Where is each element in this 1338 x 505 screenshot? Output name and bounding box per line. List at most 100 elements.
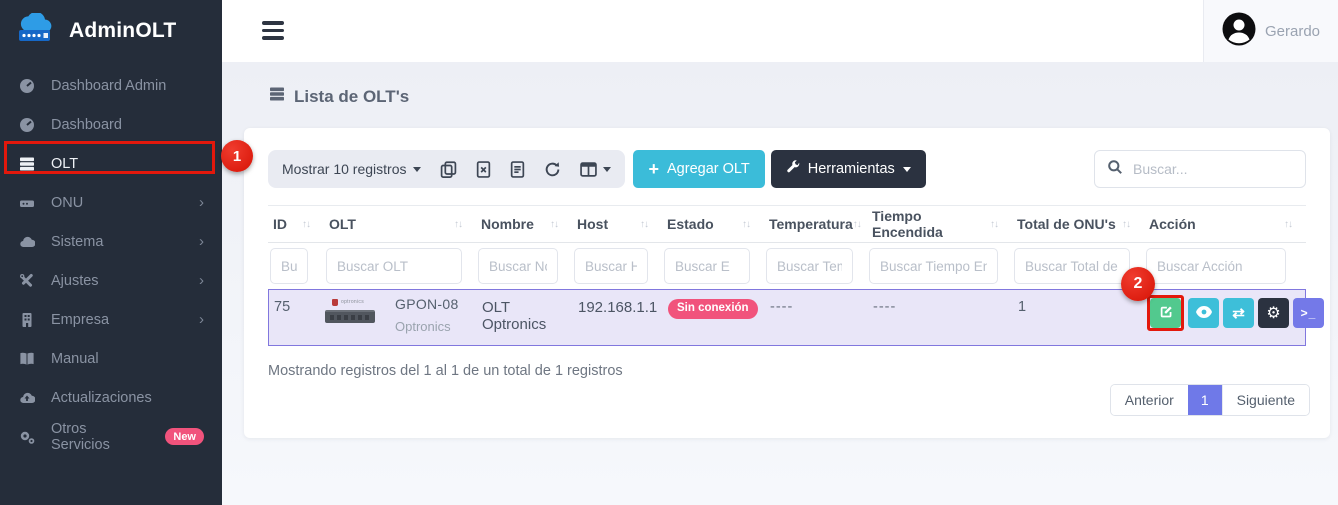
server-stack-icon: [18, 156, 36, 172]
sidebar-item-empresa[interactable]: Empresa: [0, 300, 222, 339]
status-badge: Sin conexión: [668, 299, 758, 319]
sidebar-item-ajustes[interactable]: Ajustes: [0, 261, 222, 300]
copy-button[interactable]: [440, 161, 457, 178]
server-stack-icon: [268, 86, 286, 107]
cell-id: 75: [269, 290, 325, 315]
hamburger-menu-icon[interactable]: [262, 21, 284, 40]
filter-nombre-input[interactable]: [478, 248, 558, 284]
sort-icon[interactable]: [742, 219, 750, 230]
main-content: Lista de OLT's Mostrar 10 registros: [222, 62, 1338, 505]
sort-icon[interactable]: [1284, 219, 1292, 230]
records-per-page-label: Mostrar 10 registros: [282, 161, 406, 177]
sidebar-item-olt[interactable]: OLT: [0, 144, 222, 183]
sidebar-item-label: Actualizaciones: [51, 390, 152, 406]
olt-vendor: Optronics: [395, 319, 459, 334]
chevron-right-icon: [199, 195, 204, 210]
sidebar-item-label: Otros Servicios: [51, 421, 142, 453]
edit-button[interactable]: [1150, 298, 1181, 328]
view-button[interactable]: [1188, 298, 1219, 328]
export-excel-button[interactable]: [476, 161, 491, 178]
sidebar-item-sistema[interactable]: Sistema: [0, 222, 222, 261]
transfer-button[interactable]: [1223, 298, 1254, 328]
settings-button[interactable]: [1258, 298, 1289, 328]
sidebar-item-manual[interactable]: Manual: [0, 339, 222, 378]
add-olt-label: Agregar OLT: [667, 161, 750, 177]
book-icon: [18, 351, 36, 367]
sidebar-item-label: Sistema: [51, 234, 103, 250]
refresh-button[interactable]: [544, 161, 561, 178]
annotation-step2-marker: 2: [1121, 267, 1155, 301]
vendor-logo-icon: [332, 299, 338, 306]
column-header-tiempo-encendida[interactable]: Tiempo Encendida: [867, 208, 1012, 240]
cloud-icon: [18, 234, 36, 250]
sidebar-item-label: OLT: [51, 156, 78, 172]
olt-device-image: optronics: [325, 296, 377, 334]
gears-icon: [18, 429, 36, 445]
pagination-next-button[interactable]: Siguiente: [1222, 385, 1309, 415]
filter-id-input[interactable]: [270, 248, 308, 284]
column-header-id[interactable]: ID: [268, 216, 324, 232]
page-title-text: Lista de OLT's: [294, 87, 409, 107]
column-header-estado[interactable]: Estado: [662, 216, 764, 232]
sidebar: AdminOLT Dashboard Admin Dashboard OLT O…: [0, 0, 222, 505]
topbar: Gerardo: [222, 0, 1338, 62]
table-row[interactable]: 75 optronics GPON-08 Optronics OLT Optro…: [268, 289, 1306, 346]
column-header-nombre[interactable]: Nombre: [476, 216, 572, 232]
column-header-host[interactable]: Host: [572, 216, 662, 232]
filter-total-input[interactable]: [1014, 248, 1130, 284]
sort-icon[interactable]: [640, 219, 648, 230]
sort-icon[interactable]: [1122, 219, 1130, 230]
sort-icon[interactable]: [550, 219, 558, 230]
search-input[interactable]: [1133, 161, 1293, 177]
pagination-previous-button[interactable]: Anterior: [1111, 385, 1188, 415]
export-button-group: Mostrar 10 registros: [268, 150, 625, 188]
filter-estado-input[interactable]: [664, 248, 750, 284]
column-header-total-onus[interactable]: Total de ONU's: [1012, 216, 1144, 232]
filter-temperatura-input[interactable]: [766, 248, 853, 284]
pagination: Anterior 1 Siguiente: [1110, 384, 1310, 416]
gauge-icon: [18, 78, 36, 94]
sort-icon[interactable]: [853, 219, 861, 230]
table-controls: Mostrar 10 registros: [268, 150, 1306, 188]
eye-icon: [1196, 306, 1212, 321]
cell-accion: [1145, 290, 1324, 331]
column-header-temperatura[interactable]: Temperatura: [764, 216, 867, 232]
cloud-upload-icon: [18, 390, 36, 406]
terminal-button[interactable]: [1293, 298, 1324, 328]
olt-list-card: Mostrar 10 registros: [244, 128, 1330, 438]
column-header-accion[interactable]: Acción: [1144, 216, 1306, 232]
filter-host-input[interactable]: [574, 248, 648, 284]
chevron-right-icon: [199, 273, 204, 288]
records-per-page-dropdown[interactable]: Mostrar 10 registros: [282, 161, 421, 177]
sort-icon[interactable]: [302, 219, 310, 230]
chevron-down-icon: [903, 167, 911, 172]
filter-olt-input[interactable]: [326, 248, 462, 284]
chevron-right-icon: [199, 312, 204, 327]
export-file-button[interactable]: [510, 161, 525, 178]
sidebar-item-otros-servicios[interactable]: Otros Servicios New: [0, 417, 222, 456]
sidebar-item-dashboard[interactable]: Dashboard: [0, 105, 222, 144]
user-menu[interactable]: Gerardo: [1203, 0, 1338, 62]
sidebar-item-label: ONU: [51, 195, 83, 211]
cell-tiempo-encendida: ----: [868, 290, 1013, 315]
sidebar-item-label: Manual: [51, 351, 99, 367]
sort-icon[interactable]: [454, 219, 462, 230]
brand-logo[interactable]: AdminOLT: [0, 0, 222, 62]
tools-label: Herramientas: [808, 161, 895, 177]
avatar: [1222, 12, 1256, 51]
column-header-olt[interactable]: OLT: [324, 216, 476, 232]
pagination-page-1-button[interactable]: 1: [1188, 385, 1222, 415]
tools-dropdown-button[interactable]: Herramientas: [771, 150, 926, 188]
sort-icon[interactable]: [990, 219, 998, 230]
sidebar-item-dashboard-admin[interactable]: Dashboard Admin: [0, 66, 222, 105]
sidebar-item-onu[interactable]: ONU: [0, 183, 222, 222]
column-visibility-button[interactable]: [580, 162, 611, 177]
add-olt-button[interactable]: Agregar OLT: [633, 150, 764, 188]
chevron-right-icon: [199, 234, 204, 249]
filter-tiempo-input[interactable]: [869, 248, 998, 284]
sidebar-item-actualizaciones[interactable]: Actualizaciones: [0, 378, 222, 417]
olt-chassis-graphic: [325, 310, 375, 323]
filter-accion-input[interactable]: [1146, 248, 1286, 284]
sidebar-item-label: Dashboard Admin: [51, 78, 166, 94]
sidebar-item-label: Ajustes: [51, 273, 99, 289]
